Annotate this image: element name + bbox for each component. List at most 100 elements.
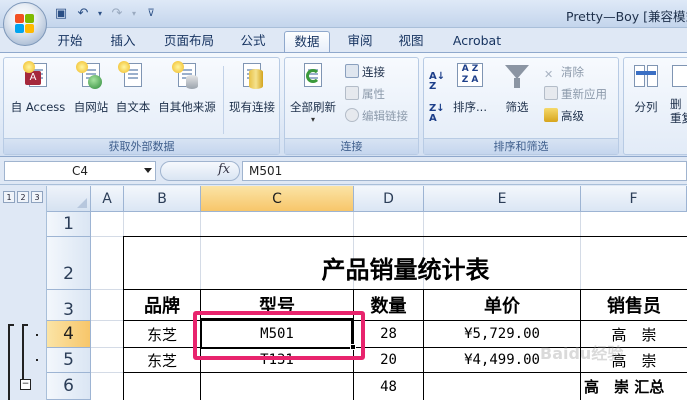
refresh-dropdown-icon[interactable]: ▾	[287, 115, 339, 124]
cell-e4[interactable]: ¥5,729.00	[424, 321, 580, 347]
group-get-external-data: A 自 Access 自网站 自文本 自其他来源 现有连接 获取外部数据	[3, 57, 280, 155]
access-icon: A	[23, 61, 53, 91]
edit-links-button[interactable]: 编辑链接	[345, 107, 408, 125]
row-header-1[interactable]: 1	[47, 212, 91, 237]
column-header-d[interactable]: D	[354, 186, 424, 212]
column-header-e[interactable]: E	[424, 186, 581, 212]
cell-b5[interactable]: 东芝	[124, 348, 200, 372]
outline-level-3-button[interactable]: 3	[31, 191, 43, 203]
sort-label: 排序...	[453, 100, 487, 114]
cell-f6[interactable]: 高 崇 汇总	[581, 373, 687, 400]
title-bar: ▣ ↶ ▾ ↷ ▾ ⊽ Pretty—Boy [兼容模式	[0, 0, 687, 46]
worksheet: 1 2 3 − A B C D E F 1 2 3 4 5 6 产品销量统计表	[0, 186, 687, 400]
advanced-filter-button[interactable]: 高级	[544, 107, 584, 125]
tab-data[interactable]: 数据	[284, 31, 330, 53]
redo-dropdown-icon[interactable]: ▾	[130, 5, 138, 23]
tab-acrobat[interactable]: Acrobat	[444, 31, 510, 53]
connections-label: 连接	[362, 65, 385, 79]
connections-group-label: 连接	[285, 138, 418, 154]
tab-insert[interactable]: 插入	[103, 31, 143, 53]
sort-z-to-a-icon[interactable]: Z↓ A	[429, 104, 447, 124]
remove-duplicates-button[interactable]: 删重复	[670, 61, 687, 125]
row-header-4[interactable]: 4	[47, 321, 91, 348]
outline-level-2-button[interactable]: 2	[17, 191, 29, 203]
edit-links-icon	[345, 108, 359, 122]
cell-d6[interactable]: 48	[354, 373, 423, 400]
properties-button[interactable]: 属性	[345, 85, 385, 103]
column-header-f[interactable]: F	[581, 186, 687, 212]
header-brand: 品牌	[144, 296, 180, 317]
text-to-columns-icon	[631, 61, 661, 91]
connections-button[interactable]: 连接	[345, 63, 385, 81]
group-connections: 全部刷新 ▾ 连接 属性 编辑链接 连接	[284, 57, 419, 155]
formula-input[interactable]: M501	[242, 161, 687, 181]
column-header-c[interactable]: C	[201, 186, 354, 212]
sort-a-to-z-icon[interactable]: A↓ Z	[429, 72, 447, 92]
column-header-b[interactable]: B	[124, 186, 201, 212]
tab-page-layout[interactable]: 页面布局	[157, 31, 221, 53]
text-file-icon	[118, 61, 148, 91]
name-box[interactable]: C4	[4, 161, 156, 181]
reapply-button[interactable]: 重新应用	[544, 85, 607, 103]
from-access-button[interactable]: A 自 Access	[6, 61, 70, 123]
formula-bar: C4 fx M501	[0, 158, 687, 185]
redo-icon[interactable]: ↷	[108, 5, 126, 23]
web-icon	[76, 61, 106, 91]
from-web-label: 自网站	[73, 100, 109, 114]
column-header-a[interactable]: A	[91, 186, 124, 212]
office-button[interactable]	[3, 2, 47, 46]
undo-dropdown-icon[interactable]: ▾	[96, 5, 104, 23]
select-all-button[interactable]	[47, 186, 91, 212]
outline-collapse-button[interactable]: −	[20, 379, 31, 390]
name-box-dropdown-icon[interactable]	[144, 168, 152, 173]
insert-function-icon[interactable]: fx	[218, 162, 230, 177]
save-icon[interactable]: ▣	[52, 5, 70, 23]
tab-review[interactable]: 审阅	[340, 31, 380, 53]
office-logo-icon	[15, 14, 35, 34]
refresh-all-button[interactable]: 全部刷新 ▾	[287, 61, 339, 124]
from-text-button[interactable]: 自文本	[112, 61, 154, 123]
cell-e5[interactable]: ¥4,499.00	[424, 348, 580, 372]
cell-c6[interactable]	[201, 373, 353, 400]
group-sort-filter: A↓ Z Z↓ A A ZZ A 排序... 筛选 ✕ 清除 重新应用 高级 排序和筛…	[423, 57, 619, 155]
remove-duplicates-icon	[670, 61, 687, 91]
cell-f5[interactable]: 高 崇	[581, 348, 687, 372]
from-other-sources-button[interactable]: 自其他来源	[154, 61, 220, 123]
row-header-2[interactable]: 2	[47, 237, 91, 290]
tab-view[interactable]: 视图	[391, 31, 431, 53]
tab-home[interactable]: 开始	[50, 31, 90, 53]
ribbon: A 自 Access 自网站 自文本 自其他来源 现有连接 获取外部数据 全部刷…	[0, 52, 687, 157]
outline-level-1-button[interactable]: 1	[3, 191, 15, 203]
advanced-filter-icon	[544, 108, 558, 122]
cell-f4[interactable]: 高 崇	[581, 321, 687, 347]
cell-e6[interactable]	[424, 373, 580, 400]
properties-icon	[345, 86, 359, 100]
connections-icon	[345, 64, 359, 78]
cell-b4[interactable]: 东芝	[124, 321, 200, 347]
table-title: 产品销量统计表	[321, 254, 490, 284]
existing-connections-button[interactable]: 现有连接	[226, 61, 278, 123]
sort-filter-group-label: 排序和筛选	[424, 138, 618, 154]
row-header-6[interactable]: 6	[47, 373, 91, 400]
tab-formulas[interactable]: 公式	[233, 31, 273, 53]
text-to-columns-button[interactable]: 分列	[626, 61, 666, 123]
filter-button[interactable]: 筛选	[496, 61, 538, 123]
clear-icon: ✕	[544, 68, 554, 81]
clear-button[interactable]: ✕ 清除	[544, 63, 584, 81]
sort-button[interactable]: A ZZ A 排序...	[450, 61, 490, 123]
from-web-button[interactable]: 自网站	[70, 61, 112, 123]
existing-connections-icon	[237, 61, 267, 91]
header-unit-price: 单价	[484, 296, 520, 317]
row-header-3[interactable]: 3	[47, 290, 91, 321]
from-text-label: 自文本	[115, 100, 151, 114]
fill-handle[interactable]	[350, 344, 356, 350]
customize-qat-icon[interactable]: ⊽	[142, 5, 160, 23]
refresh-icon	[298, 61, 328, 91]
refresh-all-label: 全部刷新	[290, 100, 336, 114]
undo-icon[interactable]: ↶	[74, 5, 92, 23]
row-header-5[interactable]: 5	[47, 348, 91, 373]
reapply-label: 重新应用	[561, 87, 607, 101]
header-salesperson: 销售员	[607, 296, 661, 317]
cell-b6[interactable]	[124, 373, 200, 400]
from-other-label: 自其他来源	[158, 100, 216, 114]
